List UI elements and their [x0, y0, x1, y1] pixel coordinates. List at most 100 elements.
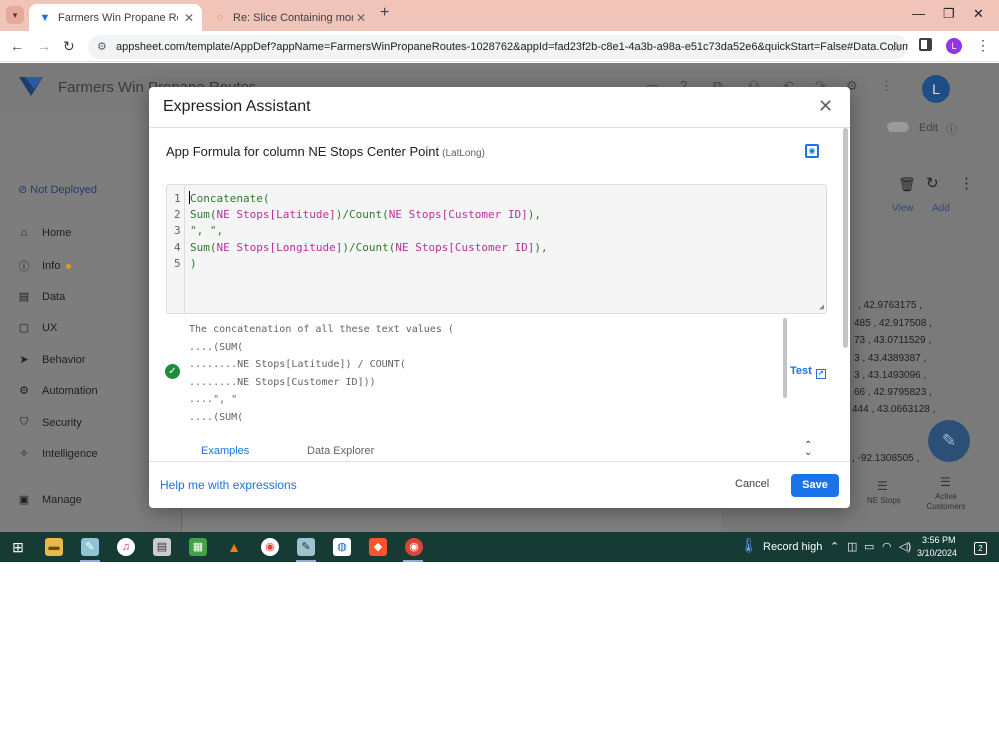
tab-close-icon[interactable]: ✕: [356, 11, 366, 25]
edit-toggle-label: Edit: [919, 122, 938, 134]
info-icon: ⓘ: [18, 261, 30, 273]
sidebar-item-data[interactable]: ▤ Data: [18, 290, 65, 304]
cancel-button[interactable]: Cancel: [729, 475, 775, 493]
nav-ne-stops[interactable]: NE Stops: [867, 496, 901, 505]
chrome-icon[interactable]: ◉: [261, 538, 279, 556]
expression-editor[interactable]: 1 2 3 4 5 Concatenate( Sum(NE Stops[Lati…: [166, 184, 827, 314]
expand-collapse-icon[interactable]: ⌃ ⌄: [804, 441, 812, 458]
weather-text[interactable]: Record high: [763, 541, 822, 553]
preview-value: 73 , 43.0711529 ,: [854, 335, 932, 346]
browser-tab-inactive[interactable]: ◌ Re: Slice Containing more rows ✕: [204, 4, 374, 31]
tab-close-icon[interactable]: ✕: [184, 11, 194, 25]
itunes-icon[interactable]: ♫: [117, 538, 135, 556]
deploy-status-label: Not Deployed: [30, 184, 97, 196]
preview-value: , 42.9763175 ,: [858, 300, 922, 311]
app-icon-globe[interactable]: ◍: [333, 538, 351, 556]
notification-icon[interactable]: 2: [974, 542, 987, 555]
volume-icon[interactable]: ◁): [899, 540, 911, 553]
new-tab-button[interactable]: +: [380, 4, 389, 22]
edit-toggle[interactable]: [887, 122, 909, 132]
delete-icon[interactable]: 🗑: [898, 176, 916, 193]
user-avatar[interactable]: L: [922, 75, 950, 103]
windows-start-icon[interactable]: ⊞: [9, 538, 27, 556]
wifi-icon[interactable]: ◠: [882, 540, 892, 553]
sidebar-item-label: UX: [42, 321, 58, 334]
tab-search-icon[interactable]: ▾: [6, 6, 24, 24]
site-info-icon[interactable]: ⚙: [97, 35, 107, 59]
resize-handle-icon[interactable]: ◢: [819, 302, 824, 311]
sidebar-item-home[interactable]: ⌂ Home: [18, 227, 72, 239]
view-link[interactable]: View: [892, 203, 914, 214]
side-panel-icon[interactable]: [919, 38, 932, 51]
valid-check-icon: ✓: [165, 364, 180, 379]
minimize-icon[interactable]: —: [912, 6, 925, 21]
test-button[interactable]: Test ↗: [790, 365, 826, 379]
code-line: Sum(NE Stops[Latitude])/Count(NE Stops[C…: [190, 208, 542, 221]
sidebar-item-label: Info: [42, 260, 61, 272]
profile-avatar[interactable]: L: [946, 38, 962, 54]
explanation-line: ....(SUM(: [189, 342, 244, 353]
preview-menu-icon[interactable]: ⋮: [959, 174, 974, 192]
browser-menu-icon[interactable]: ⋮: [976, 37, 990, 54]
clock-time[interactable]: 3:56 PM: [922, 535, 956, 545]
explanation-scrollbar[interactable]: [783, 318, 787, 398]
app-icon-tools[interactable]: ✎: [297, 538, 315, 556]
sidebar-item-security[interactable]: ⛉ Security: [18, 416, 82, 429]
expression-assistant-dialog: Expression Assistant ✕ App Formula for c…: [149, 87, 850, 508]
chrome-profile-icon[interactable]: ◉: [405, 538, 423, 556]
deploy-status[interactable]: ⊘ Not Deployed: [18, 183, 97, 196]
preview-value: 3 , 43.1493096 ,: [854, 370, 927, 381]
sidebar-item-label: Intelligence: [42, 447, 98, 460]
preview-eye-icon[interactable]: ◉: [805, 144, 819, 158]
save-button[interactable]: Save: [791, 474, 839, 497]
apps-icon[interactable]: ⋮: [880, 78, 893, 94]
bookmark-star-icon[interactable]: ☆: [890, 35, 902, 59]
back-icon[interactable]: ←: [10, 38, 24, 54]
tab-data-explorer[interactable]: Data Explorer: [307, 445, 374, 457]
tray-app-icon[interactable]: ◫: [847, 540, 857, 553]
reload-icon[interactable]: ↻: [63, 38, 75, 55]
sidebar-item-intelligence[interactable]: ✧ Intelligence: [18, 447, 98, 461]
file-explorer-icon[interactable]: ▬: [45, 538, 63, 556]
spreadsheet-icon[interactable]: ▦: [189, 538, 207, 556]
browser-tab-active[interactable]: ▼ Farmers Win Propane Routes - ✕: [29, 4, 202, 31]
vlc-icon[interactable]: ▲: [225, 538, 243, 556]
notepad-icon[interactable]: ▤: [153, 538, 171, 556]
column-reference: NE Stops[Latitude]: [216, 208, 336, 221]
forward-icon[interactable]: →: [37, 38, 51, 54]
clock-date[interactable]: 3/10/2024: [917, 548, 957, 558]
code-line: ", ",: [190, 224, 224, 237]
nav-active-customers[interactable]: Active Customers: [926, 492, 966, 512]
show-hidden-icons-icon[interactable]: ⌃: [830, 540, 839, 553]
close-icon[interactable]: ✕: [818, 96, 833, 117]
help-with-expressions-link[interactable]: Help me with expressions: [160, 478, 297, 492]
sidebar-item-manage[interactable]: ▣ Manage: [18, 493, 82, 507]
restore-icon[interactable]: ❐: [943, 6, 955, 22]
tab-title: Farmers Win Propane Routes -: [58, 11, 178, 24]
sidebar-item-automation[interactable]: ⚙ Automation: [18, 384, 98, 398]
app-icon-notes[interactable]: ✎: [81, 538, 99, 556]
automation-icon: ⚙: [19, 385, 29, 397]
line-number: 5: [174, 257, 181, 270]
intelligence-icon: ✧: [19, 448, 29, 460]
add-link[interactable]: Add: [932, 203, 950, 214]
sidebar-item-info[interactable]: ⓘ Info: [18, 258, 72, 274]
battery-icon[interactable]: ▭: [864, 540, 874, 553]
sidebar-item-ux[interactable]: ▢ UX: [18, 321, 58, 335]
close-window-icon[interactable]: ✕: [973, 6, 984, 22]
edit-fab-icon[interactable]: ✎: [928, 420, 970, 462]
sidebar-item-behavior[interactable]: ➤ Behavior: [18, 353, 85, 367]
behavior-icon: ➤: [19, 354, 29, 366]
divider: [149, 127, 850, 128]
address-bar[interactable]: ⚙ appsheet.com/template/AppDef?appName=F…: [88, 35, 908, 59]
brave-icon[interactable]: ◆: [369, 538, 387, 556]
tab-examples[interactable]: Examples: [201, 445, 249, 457]
explanation-line: ........NE Stops[Customer ID])): [189, 377, 376, 388]
dialog-scrollbar[interactable]: [843, 128, 848, 348]
formula-type: (LatLong): [442, 148, 485, 159]
sync-icon[interactable]: ↻: [926, 174, 939, 192]
edit-help-icon[interactable]: ⓘ: [946, 121, 957, 137]
thermometer-icon[interactable]: 🌡: [740, 537, 758, 554]
line-number: 4: [174, 241, 181, 254]
preview-value: , -92.1308505 ,: [852, 453, 920, 464]
